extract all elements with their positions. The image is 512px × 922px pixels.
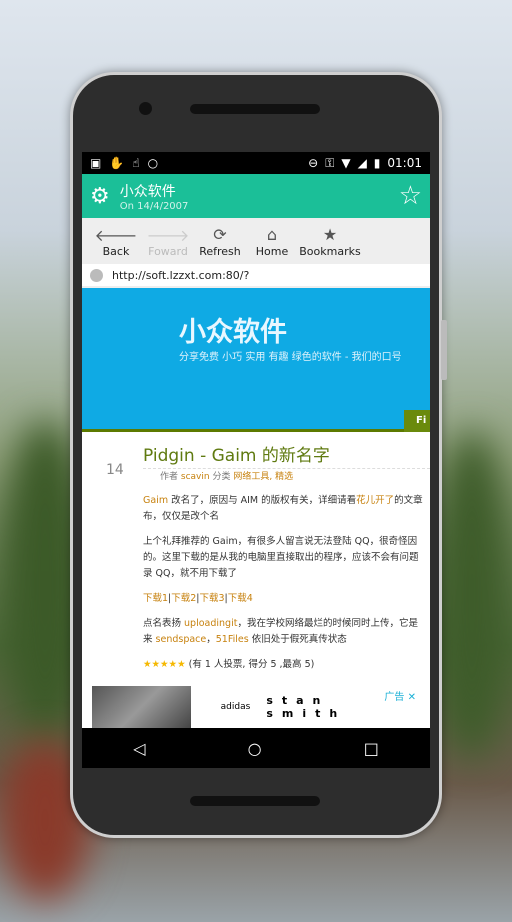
paragraph: 点名表扬 uploadingit，我在学校网络最烂的时候同时上传，它是来 sen… <box>143 618 418 645</box>
download-link[interactable]: 下载3 <box>200 593 225 604</box>
gear-icon[interactable]: ⚙ <box>90 184 110 209</box>
url-text: http://soft.lzzxt.com:80/? <box>112 268 250 282</box>
arrow-left-icon: 🡐 <box>94 225 138 245</box>
clock: 01:01 <box>387 156 422 170</box>
article: 14 Pidgin - Gaim 的新名字 作者 scavin 分类 网络工具,… <box>82 432 430 673</box>
screen: ▣ ✋ ☝ ○ ⊖ ⚿ ▼ ◢ ▮ 01:01 ⚙ 小众软件 On 14/4/2007 ☆ 🡐 Ba… <box>82 152 430 768</box>
status-bar: ▣ ✋ ☝ ○ ⊖ ⚿ ▼ ◢ ▮ 01:01 <box>82 152 430 174</box>
back-nav-icon[interactable]: ◁ <box>133 739 145 758</box>
article-title[interactable]: Pidgin - Gaim 的新名字 <box>143 432 430 469</box>
home-icon: ⌂ <box>266 224 278 244</box>
front-camera <box>139 102 152 115</box>
ad-label[interactable]: 广告 ✕ <box>384 688 416 703</box>
app-subtitle: On 14/4/2007 <box>119 200 189 212</box>
adidas-logo: adidas <box>220 702 251 712</box>
signal-icon: ◢ <box>357 156 367 170</box>
browser-toolbar: 🡐 Back 🡒 Foward ⟳ Refresh ⌂ Home ★ Bookmarks <box>82 218 430 264</box>
recents-nav-icon[interactable]: □ <box>364 739 379 758</box>
refresh-icon: ⟳ <box>213 224 227 244</box>
bg-tree <box>432 430 512 760</box>
site-title: 小众软件 <box>179 317 287 348</box>
site-banner: 小众软件 分享免费 小巧 实用 有趣 绿色的软件 - 我们的口号 Fi <box>82 288 430 432</box>
rating-stars[interactable]: ★★★★★ <box>143 659 186 670</box>
paragraph: 上个礼拜推荐的 Gaim，有很多人留言说无法登陆 QQ，很奇怪因 的。这里下载的是… <box>143 536 419 579</box>
article-meta: 作者 scavin 分类 网络工具, 精选 <box>160 472 294 482</box>
notification-icon: ▣ <box>90 156 102 170</box>
app-bar: ⚙ 小众软件 On 14/4/2007 ☆ <box>82 174 430 218</box>
forward-button[interactable]: 🡒 Foward <box>142 225 194 258</box>
home-nav-icon[interactable]: ○ <box>248 739 262 758</box>
globe-icon <box>90 268 103 282</box>
bottom-speaker <box>190 796 320 806</box>
circle-icon: ○ <box>147 156 159 170</box>
article-number: 14 <box>106 462 124 478</box>
author-link[interactable]: scavin <box>181 472 210 482</box>
site-slogan: 分享免费 小巧 实用 有趣 绿色的软件 - 我们的口号 <box>179 352 402 363</box>
nav-bar: ◁ ○ □ <box>82 728 430 768</box>
ad-shoe-image <box>92 686 191 728</box>
speaker <box>190 104 320 114</box>
ad-banner[interactable]: adidas stan smith 广告 ✕ <box>92 686 420 728</box>
download-links: 下载1|下载2|下载3|下载4 <box>143 593 253 604</box>
refresh-button[interactable]: ⟳ Refresh <box>194 225 246 258</box>
home-button[interactable]: ⌂ Home <box>246 225 298 258</box>
banner-button[interactable]: Fi <box>404 410 430 432</box>
star-icon: ★ <box>322 224 338 244</box>
dnd-icon: ⊖ <box>308 156 319 170</box>
download-link[interactable]: 下载4 <box>228 593 253 604</box>
back-button[interactable]: 🡐 Back <box>90 225 142 258</box>
url-bar[interactable]: http://soft.lzzxt.com:80/? <box>82 264 430 288</box>
power-button <box>441 320 447 380</box>
arrow-right-icon: 🡒 <box>146 225 190 245</box>
app-title: 小众软件 <box>119 183 176 200</box>
download-link[interactable]: 下载1 <box>143 593 168 604</box>
wifi-icon: ▼ <box>341 156 351 170</box>
paragraph: Gaim 改名了，原因与 AIM 的版权有关，详细请看花儿开了的文章 布，仅仅是改… <box>143 495 423 522</box>
touch-icon: ☝ <box>132 156 140 170</box>
hand-icon: ✋ <box>109 156 125 170</box>
rating: ★★★★★ (有 1 人投票, 得分 5 ,最高 5) <box>143 659 315 670</box>
key-icon: ⚿ <box>325 155 335 170</box>
download-link[interactable]: 下载2 <box>171 593 196 604</box>
close-icon[interactable]: ✕ <box>408 692 416 703</box>
category-link[interactable]: 网络工具, 精选 <box>233 472 293 482</box>
bookmarks-button[interactable]: ★ Bookmarks <box>298 225 362 258</box>
battery-icon: ▮ <box>373 156 381 170</box>
star-icon[interactable]: ☆ <box>399 181 422 211</box>
